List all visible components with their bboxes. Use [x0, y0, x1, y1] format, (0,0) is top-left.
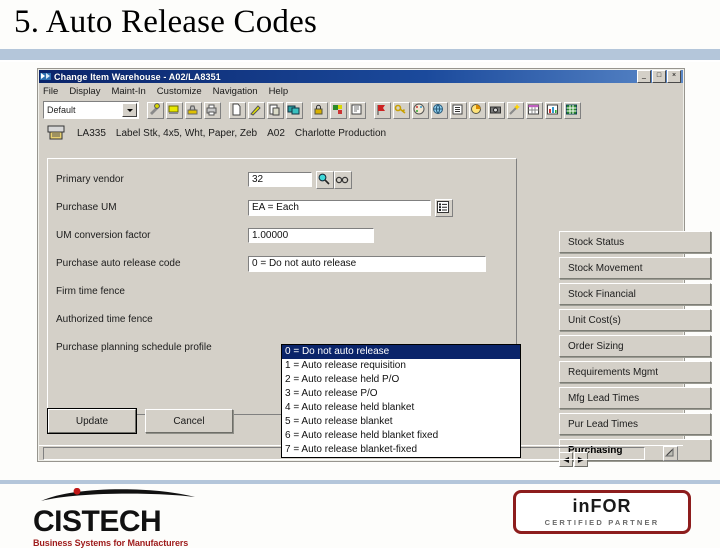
close-button[interactable]: ×: [667, 70, 681, 83]
dropdown-option-0[interactable]: 0 = Do not auto release: [282, 345, 520, 359]
side-button-column: Stock Status Stock Movement Stock Financ…: [559, 231, 711, 465]
minimize-button[interactable]: _: [637, 70, 651, 83]
maximize-button[interactable]: □: [652, 70, 666, 83]
globe-icon[interactable]: [431, 101, 448, 119]
search-icon[interactable]: [316, 170, 334, 189]
label-purchase-um: Purchase UM: [56, 202, 117, 213]
list-icon[interactable]: [450, 101, 467, 119]
field-row-um-conversion: UM conversion factor 1.00000: [56, 227, 508, 244]
palette-icon[interactable]: [412, 101, 429, 119]
resize-grip-icon[interactable]: [663, 446, 678, 461]
pur-lead-times-button[interactable]: Pur Lead Times: [559, 413, 711, 435]
stock-status-button[interactable]: Stock Status: [559, 231, 711, 253]
item-icon: [45, 124, 67, 142]
flag-icon[interactable]: [374, 101, 391, 119]
chevron-down-icon[interactable]: [122, 103, 137, 117]
key-icon[interactable]: [393, 101, 410, 119]
profile-select[interactable]: Default: [43, 101, 139, 119]
stock-movement-button[interactable]: Stock Movement: [559, 257, 711, 279]
highlighter-icon[interactable]: [166, 101, 183, 119]
item-number: LA335: [77, 127, 106, 139]
profile-select-value: Default: [47, 105, 76, 115]
auto-release-code-dropdown[interactable]: 0 = Do not auto release 1 = Auto release…: [281, 344, 521, 458]
infor-tagline: CERTIFIED PARTNER: [544, 518, 660, 527]
title-divider: [0, 49, 720, 60]
cistech-wordmark: CISTECH: [33, 505, 162, 538]
window-controls: _ □ ×: [637, 70, 682, 83]
title-divider-highlight: [0, 60, 720, 62]
cistech-logo: CISTECH Business Systems for Manufacture…: [33, 487, 215, 548]
warehouse-code: A02: [267, 127, 285, 139]
menu-item-file[interactable]: File: [43, 86, 58, 97]
pie-icon[interactable]: [469, 101, 486, 119]
app-icon: [40, 71, 51, 82]
chart-icon[interactable]: [545, 101, 562, 119]
menu-item-help[interactable]: Help: [269, 86, 289, 97]
menu-bar: File Display Maint-In Customize Navigati…: [38, 84, 684, 98]
label-purchase-auto-release-code: Purchase auto release code: [56, 258, 181, 269]
unit-costs-button[interactable]: Unit Cost(s): [559, 309, 711, 331]
infor-certified-partner-logo: inFOR CERTIFIED PARTNER: [513, 490, 691, 534]
purchase-auto-release-code-select[interactable]: 0 = Do not auto release: [248, 255, 486, 272]
wand-icon[interactable]: [507, 101, 524, 119]
field-row-firm-time-fence: Firm time fence: [56, 283, 508, 300]
order-sizing-button[interactable]: Order Sizing: [559, 335, 711, 357]
dropdown-option-6[interactable]: 6 = Auto release held blanket fixed: [282, 429, 520, 443]
stamp-icon[interactable]: [185, 101, 202, 119]
menu-item-customize[interactable]: Customize: [157, 86, 202, 97]
dropdown-option-3[interactable]: 3 = Auto release P/O: [282, 387, 520, 401]
cistech-swoosh-icon: [41, 487, 195, 501]
requirements-mgmt-button[interactable]: Requirements Mgmt: [559, 361, 711, 383]
camera-icon[interactable]: [488, 101, 505, 119]
printer-icon[interactable]: [204, 101, 221, 119]
label-um-conversion-factor: UM conversion factor: [56, 230, 151, 241]
field-row-authorized-time-fence: Authorized time fence: [56, 311, 508, 328]
mfg-lead-times-button[interactable]: Mfg Lead Times: [559, 387, 711, 409]
lock-icon[interactable]: [311, 101, 328, 119]
label-purchase-planning-schedule-profile: Purchase planning schedule profile: [56, 342, 212, 353]
menu-item-maint-in[interactable]: Maint-In: [111, 86, 145, 97]
label-primary-vendor: Primary vendor: [56, 174, 124, 185]
primary-vendor-input[interactable]: 32: [248, 172, 312, 187]
item-info-row: LA335 Label Stk, 4x5, Wht, Paper, Zeb A0…: [38, 122, 684, 144]
detail-list-icon[interactable]: [435, 198, 453, 217]
stock-financial-button[interactable]: Stock Financial: [559, 283, 711, 305]
dropdown-option-2[interactable]: 2 = Auto release held P/O: [282, 373, 520, 387]
edit-pencil-icon[interactable]: [248, 101, 265, 119]
label-authorized-time-fence: Authorized time fence: [56, 314, 153, 325]
toolbar: Default: [38, 99, 684, 121]
paste-icon[interactable]: [267, 101, 284, 119]
application-window: Change Item Warehouse - A02/LA8351 _ □ ×…: [37, 68, 711, 467]
cancel-button[interactable]: Cancel: [145, 409, 233, 433]
glasses-icon[interactable]: [334, 170, 352, 189]
warehouse-name: Charlotte Production: [294, 127, 387, 139]
grid-icon[interactable]: [526, 101, 543, 119]
update-button[interactable]: Update: [47, 408, 137, 434]
window-titlebar[interactable]: Change Item Warehouse - A02/LA8351 _ □ ×: [39, 70, 683, 83]
field-row-primary-vendor: Primary vendor 32: [56, 170, 508, 189]
purchase-um-select[interactable]: EA = Each: [248, 199, 431, 216]
footer-divider: [0, 480, 720, 484]
tools-icon[interactable]: [147, 101, 164, 119]
um-conversion-factor-input[interactable]: 1.00000: [248, 228, 374, 243]
puzzle-icon[interactable]: [330, 101, 347, 119]
label-firm-time-fence: Firm time fence: [56, 286, 125, 297]
infor-wordmark: inFOR: [572, 496, 632, 516]
dropdown-option-4[interactable]: 4 = Auto release held blanket: [282, 401, 520, 415]
field-row-auto-release-code: Purchase auto release code 0 = Do not au…: [56, 255, 508, 272]
dropdown-option-7[interactable]: 7 = Auto release blanket-fixed: [282, 443, 520, 457]
notes-icon[interactable]: [349, 101, 366, 119]
dropdown-option-5[interactable]: 5 = Auto release blanket: [282, 415, 520, 429]
field-row-purchase-um: Purchase UM EA = Each: [56, 198, 508, 217]
dropdown-option-1[interactable]: 1 = Auto release requisition: [282, 359, 520, 373]
table-icon[interactable]: [564, 101, 581, 119]
item-description: Label Stk, 4x5, Wht, Paper, Zeb: [115, 127, 258, 139]
page-title: 5. Auto Release Codes: [14, 4, 317, 40]
action-button-bar: Update Cancel: [47, 408, 233, 434]
copy-icon[interactable]: [286, 101, 303, 119]
window-title-text: Change Item Warehouse - A02/LA8351: [54, 71, 221, 82]
menu-item-navigation[interactable]: Navigation: [213, 86, 258, 97]
menu-item-display[interactable]: Display: [69, 86, 100, 97]
new-doc-icon[interactable]: [229, 101, 246, 119]
